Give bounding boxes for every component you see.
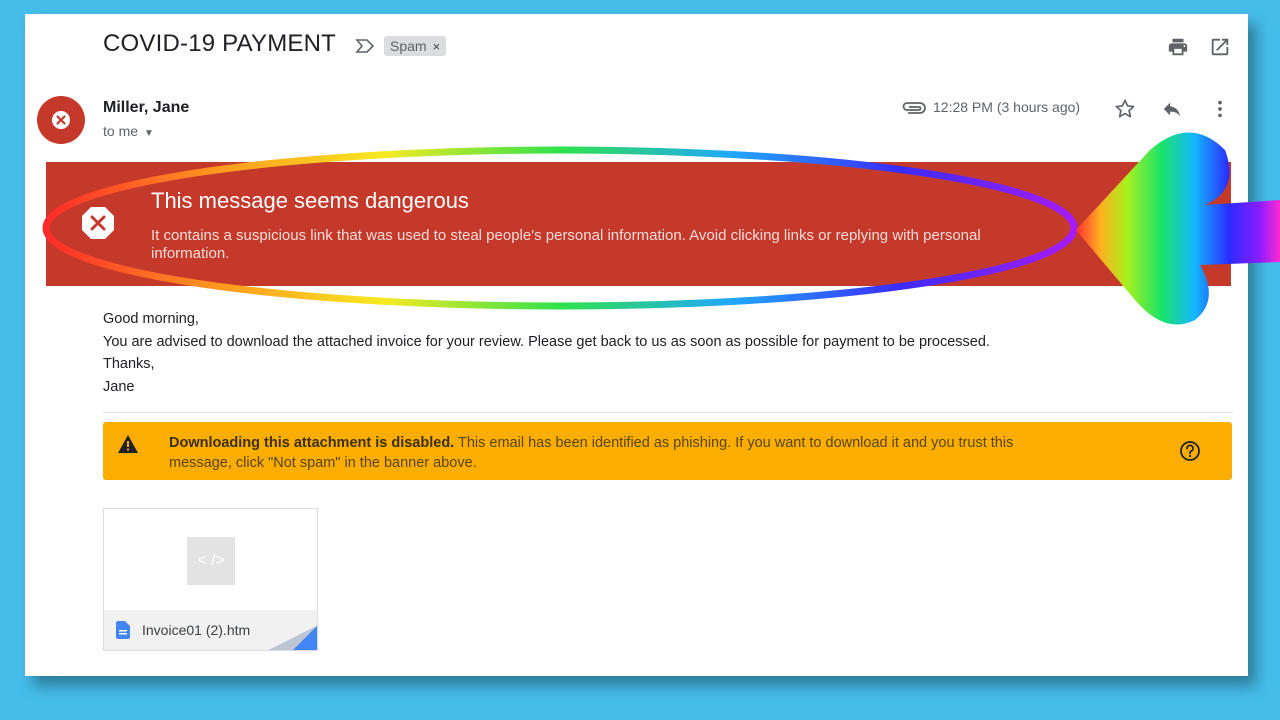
sender-name[interactable]: Miller, Jane <box>103 99 189 117</box>
star-icon[interactable] <box>1114 98 1136 120</box>
recipient-details[interactable]: to me ▼ <box>103 123 154 139</box>
attachment-warning-bold: Downloading this attachment is disabled. <box>169 435 455 451</box>
warning-triangle-icon <box>118 435 138 453</box>
danger-banner <box>46 162 1231 286</box>
divider <box>103 412 1233 413</box>
attachment-file-name: Invoice01 (2).htm <box>142 622 251 638</box>
recipient-label: to me <box>103 123 139 139</box>
body-line: You are advised to download the attached… <box>103 333 990 350</box>
danger-banner-text: It contains a suspicious link that was u… <box>151 227 981 262</box>
email-view: COVID-19 PAYMENT Spam × Miller, Jane to m… <box>25 14 1248 676</box>
sender-avatar[interactable] <box>37 96 85 144</box>
blocked-sender-icon <box>52 111 70 129</box>
body-line: Thanks, <box>103 356 155 372</box>
open-in-new-window-icon[interactable] <box>1209 36 1231 58</box>
email-subject: COVID-19 PAYMENT <box>103 30 337 57</box>
attachment-card[interactable]: < /> Invoice01 (2).htm <box>103 508 318 651</box>
more-vertical-icon[interactable] <box>1209 98 1231 120</box>
print-icon[interactable] <box>1167 36 1189 58</box>
spam-label-chip[interactable]: Spam × <box>384 36 447 56</box>
spam-label-text: Spam <box>390 38 427 54</box>
attachment-preview: < /> <box>187 537 235 585</box>
danger-x-icon <box>82 207 114 239</box>
attachment-footer: Invoice01 (2).htm <box>104 610 317 650</box>
chevron-down-icon[interactable]: ▼ <box>144 128 154 139</box>
message-body: Good morning, You are advised to downloa… <box>103 308 990 398</box>
reply-icon[interactable] <box>1161 98 1183 120</box>
document-file-icon <box>116 621 130 639</box>
message-timestamp: 12:28 PM (3 hours ago) <box>933 99 1081 115</box>
important-marker-icon[interactable] <box>355 38 375 54</box>
danger-banner-title: This message seems dangerous <box>151 188 469 213</box>
page-fold-icon <box>269 626 317 650</box>
help-icon[interactable] <box>1179 440 1201 462</box>
body-line: Jane <box>103 378 135 395</box>
body-line: Good morning, <box>103 311 199 327</box>
attachment-warning-text: Downloading this attachment is disabled.… <box>169 433 1059 473</box>
paperclip-icon <box>902 102 926 114</box>
remove-label-icon[interactable]: × <box>433 39 441 54</box>
